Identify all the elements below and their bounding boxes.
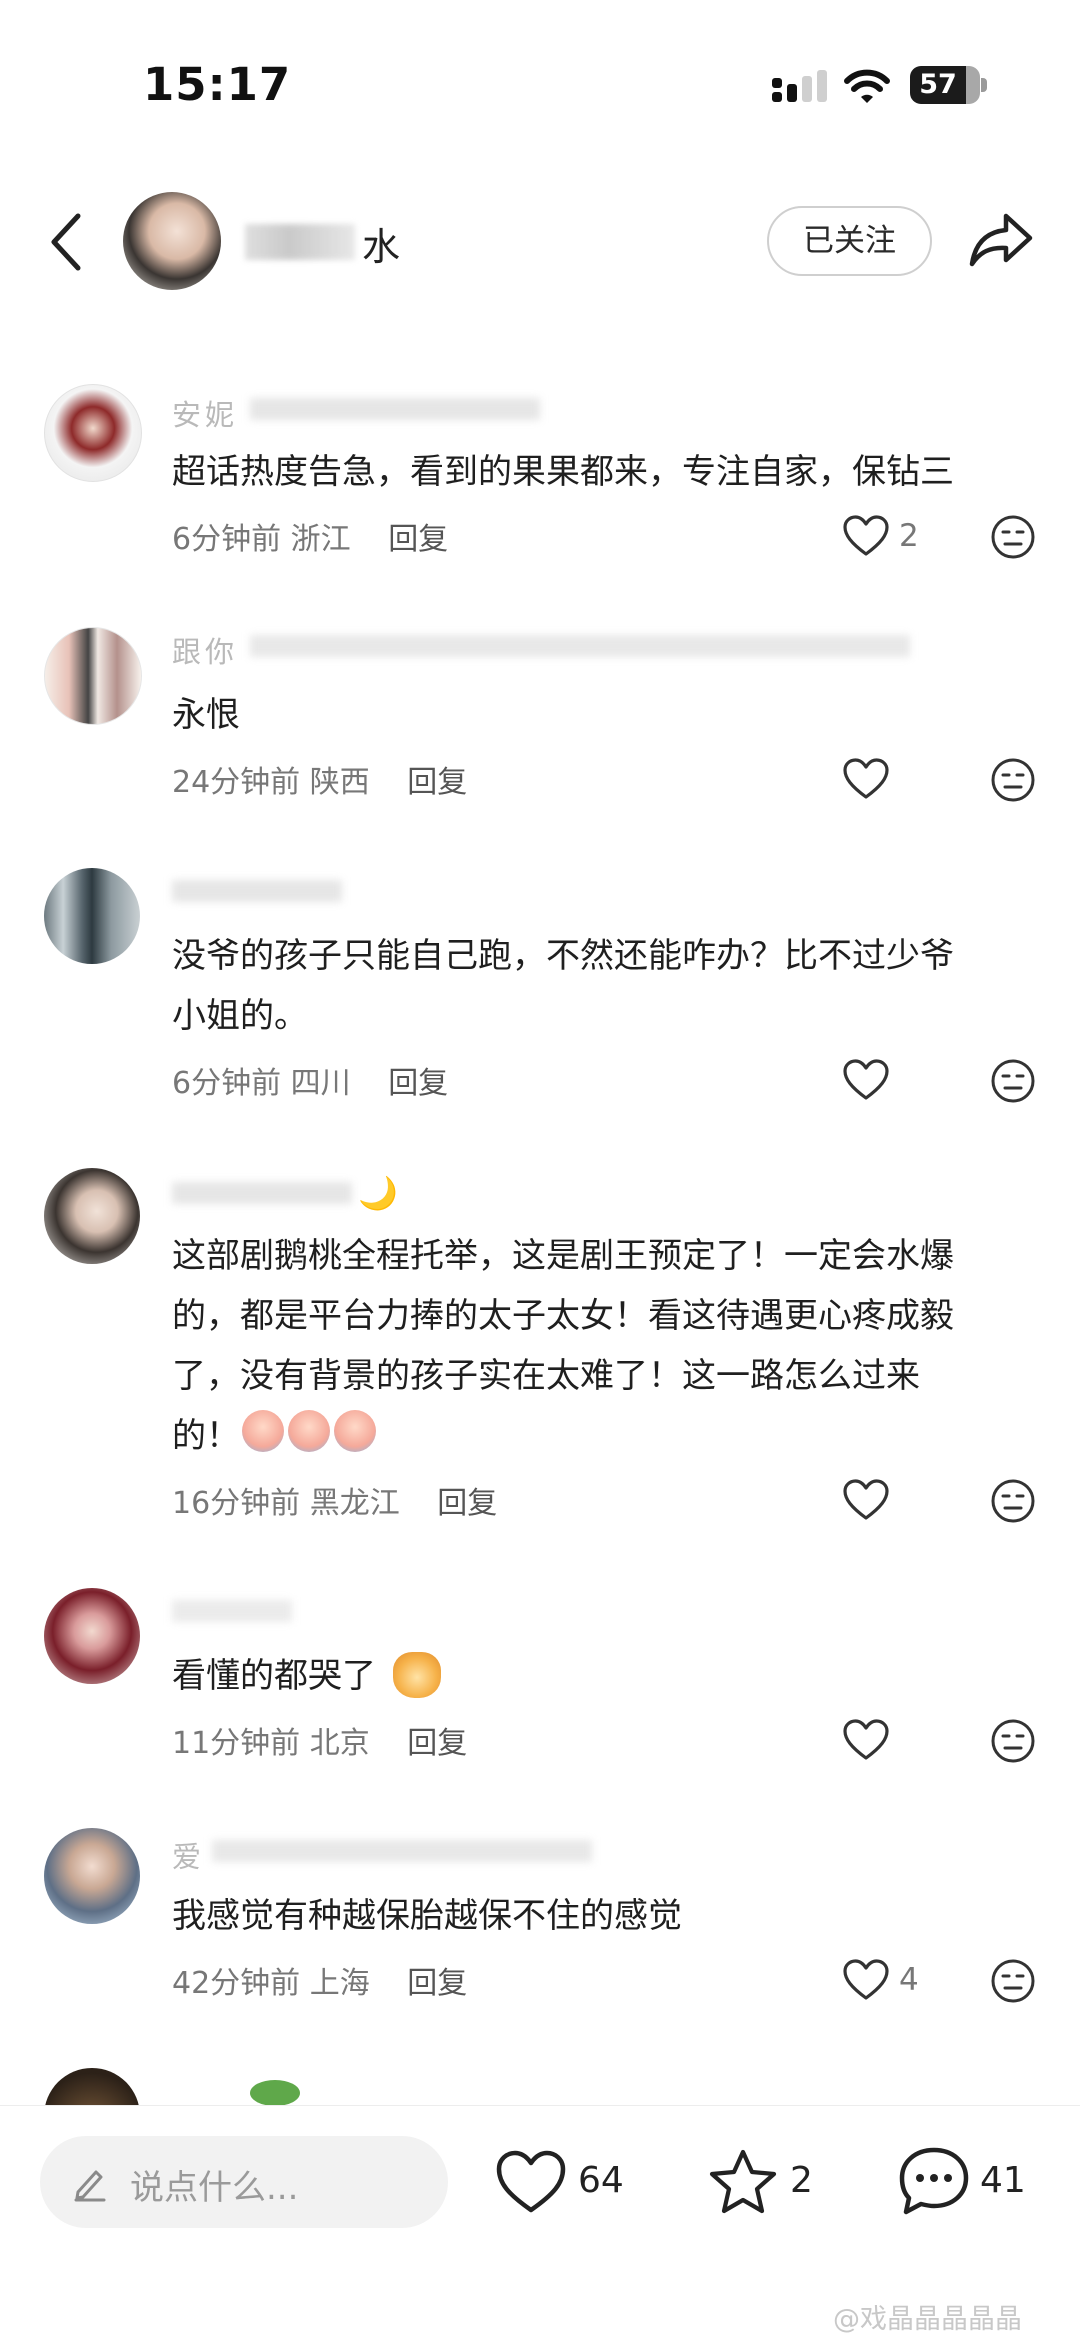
status-time: 15:17: [143, 58, 292, 111]
comment-location: 上海: [309, 1966, 370, 2001]
comment-time: 6分钟前: [172, 1066, 282, 1101]
battery-level: 57: [910, 66, 966, 104]
commenter-name[interactable]: 安妮: [172, 392, 238, 434]
moon-emoji: 🌙: [358, 1174, 398, 1212]
dislike-face-icon[interactable]: [990, 757, 1036, 803]
crying-emoji: [334, 1410, 376, 1452]
comment-time: 16分钟前: [172, 1486, 301, 1521]
comment-location: 黑龙江: [309, 1486, 400, 1521]
comment-meta: 16分钟前 黑龙江 回复: [172, 1478, 497, 1522]
comment-location: 浙江: [290, 522, 351, 557]
follow-button[interactable]: 已关注: [767, 206, 932, 276]
comment-meta: 6分钟前 浙江 回复: [172, 514, 448, 558]
commenter-name-blur: [250, 635, 910, 657]
author-name[interactable]: 水: [362, 216, 400, 271]
comment-time: 6分钟前: [172, 522, 282, 557]
post-like-count: 64: [578, 2160, 624, 2201]
heart-icon: [843, 758, 889, 799]
crying-cat-emoji: [393, 1652, 441, 1698]
leaf-emoji: [250, 2080, 300, 2106]
commenter-avatar[interactable]: [44, 1588, 140, 1684]
commenter-name-blur: [172, 880, 342, 902]
comment-location: 北京: [309, 1726, 370, 1761]
comment-location: 陕西: [309, 765, 370, 800]
reply-button[interactable]: 回复: [388, 1066, 448, 1101]
comment-meta: 6分钟前 四川 回复: [172, 1058, 448, 1102]
commenter-avatar[interactable]: [44, 1168, 140, 1264]
pencil-icon: [74, 2170, 106, 2202]
share-icon[interactable]: [968, 210, 1034, 270]
heart-icon: [843, 1059, 889, 1100]
commenter-name-blur: [172, 1182, 352, 1204]
comment-location: 四川: [290, 1066, 351, 1101]
comment-meta: 24分钟前 陕西 回复: [172, 757, 467, 801]
comment-input-placeholder: 说点什么...: [130, 2168, 299, 2208]
commenter-avatar[interactable]: [44, 627, 142, 725]
dislike-face-icon[interactable]: [990, 1958, 1036, 2004]
dislike-face-icon[interactable]: [990, 1718, 1036, 1764]
commenter-avatar[interactable]: [44, 1828, 140, 1924]
comment-meta: 11分钟前 北京 回复: [172, 1718, 467, 1762]
reply-button[interactable]: 回复: [407, 1966, 467, 2001]
post-comment-count: 41: [980, 2160, 1026, 2201]
like-button[interactable]: [843, 1056, 933, 1106]
comment-text: 永恨: [172, 695, 240, 735]
heart-icon: [843, 515, 889, 556]
crying-emoji: [288, 1410, 330, 1452]
comment-meta: 42分钟前 上海 回复: [172, 1958, 467, 2002]
commenter-name-blur: [172, 1600, 292, 1622]
author-name-blur: [245, 224, 355, 260]
comment-time: 11分钟前: [172, 1726, 301, 1761]
like-button[interactable]: [843, 1476, 933, 1526]
heart-icon[interactable]: [496, 2150, 566, 2214]
commenter-name[interactable]: 爱: [172, 1834, 205, 1876]
comment-text: 看懂的都哭了: [172, 1656, 376, 1696]
comment-time: 24分钟前: [172, 765, 301, 800]
back-icon[interactable]: [46, 212, 86, 272]
heart-icon: [843, 1719, 889, 1760]
star-icon[interactable]: [708, 2148, 778, 2216]
reply-button[interactable]: 回复: [407, 1726, 467, 1761]
comment-time: 42分钟前: [172, 1966, 301, 2001]
like-button[interactable]: [843, 1716, 933, 1766]
like-count: 4: [899, 1962, 919, 1998]
comment-bubble-icon[interactable]: [898, 2146, 970, 2216]
commenter-name-blur: [212, 1840, 592, 1862]
comment-text: 我感觉有种越保胎越保不住的感觉: [172, 1896, 682, 1936]
like-count: 2: [899, 518, 919, 554]
crying-emoji: [242, 1410, 284, 1452]
reply-button[interactable]: 回复: [388, 522, 448, 557]
reply-button[interactable]: 回复: [437, 1486, 497, 1521]
post-star-count: 2: [790, 2160, 813, 2201]
like-button[interactable]: [843, 755, 933, 805]
like-button[interactable]: 4: [843, 1956, 933, 2006]
watermark: @戏晶晶晶晶晶: [833, 2304, 1022, 2335]
signal-icon: [772, 70, 827, 102]
battery-cap: [981, 78, 987, 92]
wifi-icon: [844, 69, 890, 103]
heart-icon: [843, 1959, 889, 2000]
dislike-face-icon[interactable]: [990, 1478, 1036, 1524]
commenter-name-blur: [250, 398, 540, 420]
commenter-name[interactable]: 跟你: [172, 629, 238, 671]
reply-button[interactable]: 回复: [407, 765, 467, 800]
commenter-avatar[interactable]: [44, 384, 142, 482]
comment-text: 超话热度告急，看到的果果都来，专注自家，保钻三: [172, 452, 954, 492]
like-button[interactable]: 2: [843, 512, 933, 562]
heart-icon: [843, 1479, 889, 1520]
comment-text: 没爷的孩子只能自己跑，不然还能咋办？比不过少爷 小姐的。: [172, 936, 954, 1036]
author-avatar[interactable]: [123, 192, 221, 290]
crying-emoji-group: [242, 1410, 376, 1456]
commenter-avatar[interactable]: [44, 868, 140, 964]
dislike-face-icon[interactable]: [990, 514, 1036, 560]
dislike-face-icon[interactable]: [990, 1058, 1036, 1104]
